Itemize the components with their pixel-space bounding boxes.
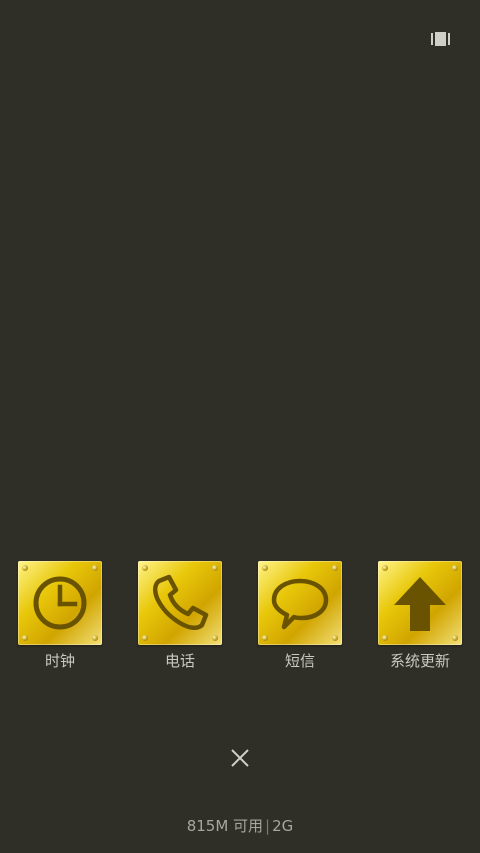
screw-icon xyxy=(212,565,218,571)
screw-icon xyxy=(382,565,388,571)
screw-icon xyxy=(262,565,268,571)
memory-total: 2G xyxy=(272,817,294,835)
screw-icon xyxy=(142,565,148,571)
memory-status: 815M 可用 | 2G xyxy=(0,816,480,836)
app-label: 电话 xyxy=(164,652,195,670)
memory-separator: | xyxy=(265,817,271,835)
app-messages[interactable]: 短信 xyxy=(257,561,343,671)
app-phone[interactable]: 电话 xyxy=(137,561,223,671)
app-tile xyxy=(258,561,342,645)
app-label: 系统更新 xyxy=(389,652,450,670)
screw-icon xyxy=(22,565,28,571)
task-view-icon[interactable] xyxy=(431,31,450,46)
screw-icon xyxy=(22,635,28,641)
app-tile xyxy=(378,561,462,645)
app-tile xyxy=(18,561,102,645)
recent-apps: 时钟 电话 短信 系统更新 xyxy=(0,561,480,681)
screw-icon xyxy=(452,565,458,571)
phone-icon xyxy=(153,574,209,630)
app-clock[interactable]: 时钟 xyxy=(17,561,103,671)
screw-icon xyxy=(262,635,268,641)
app-system-update[interactable]: 系统更新 xyxy=(377,561,463,671)
memory-available: 815M 可用 xyxy=(186,817,264,835)
arrow-up-icon xyxy=(394,577,446,631)
close-icon xyxy=(231,749,249,767)
screw-icon xyxy=(92,635,98,641)
screw-icon xyxy=(452,635,458,641)
screw-icon xyxy=(212,635,218,641)
screw-icon xyxy=(332,565,338,571)
message-bubble-icon xyxy=(271,578,329,630)
screw-icon xyxy=(142,635,148,641)
screw-icon xyxy=(92,565,98,571)
clear-all-button[interactable] xyxy=(230,748,250,768)
app-label: 短信 xyxy=(284,652,315,670)
screw-icon xyxy=(332,635,338,641)
screw-icon xyxy=(382,635,388,641)
clock-icon xyxy=(33,576,87,630)
app-label: 时钟 xyxy=(44,652,75,670)
app-tile xyxy=(138,561,222,645)
